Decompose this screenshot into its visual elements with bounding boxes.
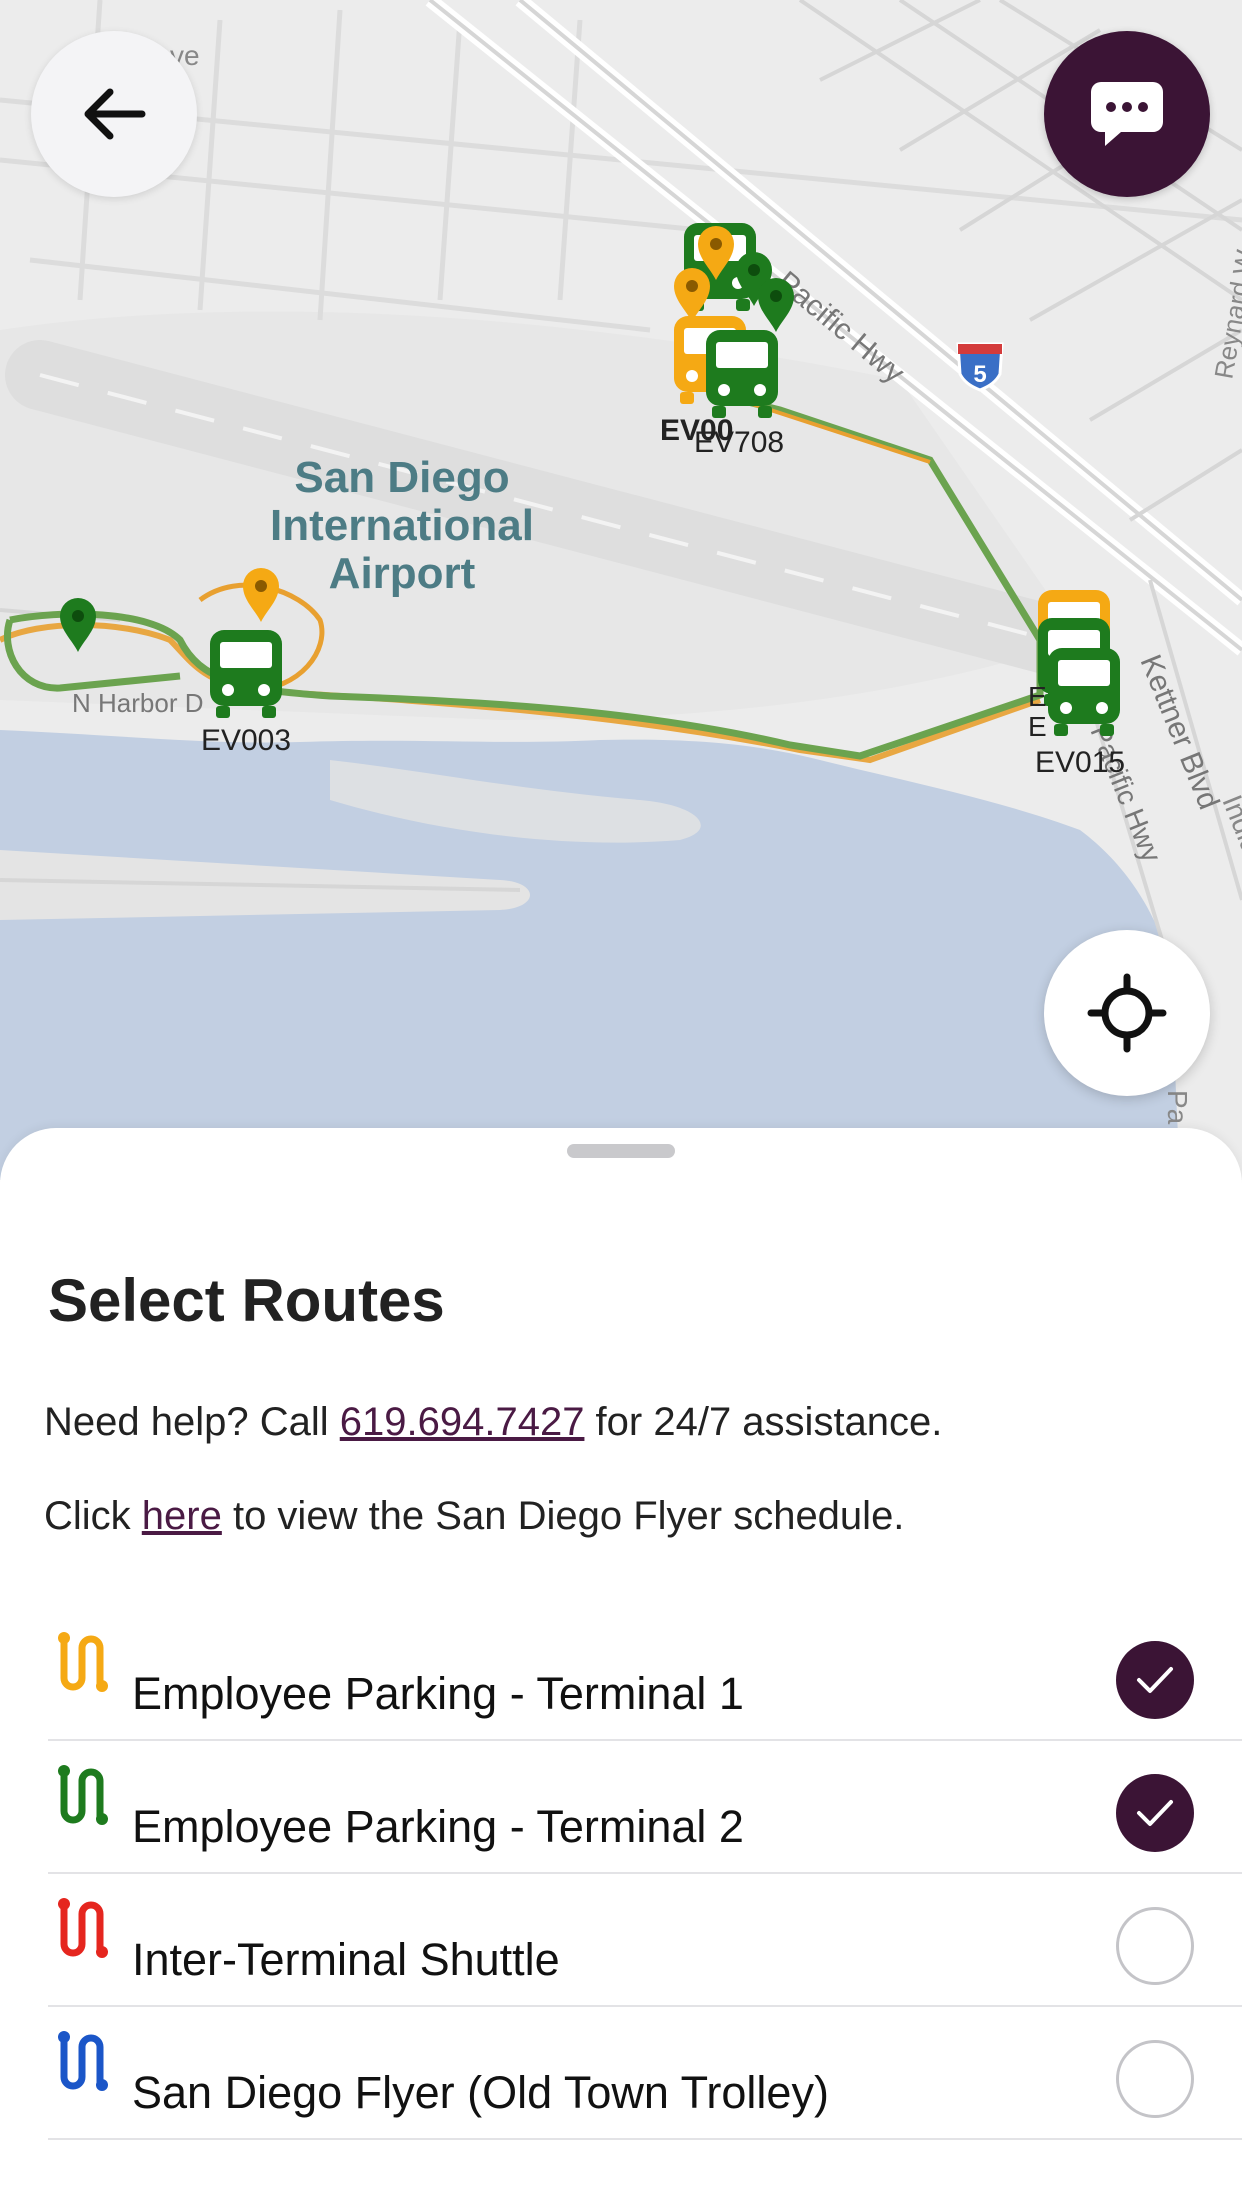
street-label-partial-pa: Pa [1162, 1090, 1193, 1125]
back-button[interactable] [31, 31, 197, 197]
chat-bubble-icon [1091, 82, 1163, 146]
schedule-link[interactable]: here [142, 1494, 222, 1538]
checkmark-icon [1137, 1667, 1173, 1693]
chat-button[interactable] [1044, 31, 1210, 197]
vehicle-ev003[interactable]: EV003 [201, 630, 291, 757]
svg-text:E: E [1028, 711, 1047, 742]
vehicle-label-ev708: EV708 [694, 426, 784, 459]
route-icon [58, 1632, 108, 1692]
route-row[interactable]: Employee Parking - Terminal 1 [48, 1608, 1242, 1741]
route-row[interactable]: San Diego Flyer (Old Town Trolley) [48, 2007, 1242, 2140]
route-row[interactable]: Employee Parking - Terminal 2 [48, 1741, 1242, 1874]
svg-text:E: E [1028, 681, 1047, 712]
vehicle-label-ev003: EV003 [201, 724, 291, 757]
route-checkbox[interactable] [1116, 1641, 1194, 1719]
phone-link[interactable]: 619.694.7427 [340, 1400, 585, 1444]
route-checkbox[interactable] [1116, 1907, 1194, 1985]
checkmark-icon [1137, 1800, 1173, 1826]
route-icon [58, 2031, 108, 2091]
sheet-title: Select Routes [48, 1267, 445, 1334]
route-label: Inter-Terminal Shuttle [132, 1934, 560, 1985]
route-row[interactable]: Inter-Terminal Shuttle [48, 1874, 1242, 2007]
arrow-left-icon [84, 88, 146, 140]
route-list: Employee Parking - Terminal 1 Employee Pa… [48, 1608, 1242, 2140]
route-label: San Diego Flyer (Old Town Trolley) [132, 2067, 829, 2118]
locate-me-button[interactable] [1044, 930, 1210, 1096]
route-icon [58, 1898, 108, 1958]
street-label-n-harbor: N Harbor D [72, 688, 203, 718]
sheet-grabber[interactable] [567, 1144, 675, 1158]
crosshair-icon [1087, 973, 1167, 1053]
svg-text:5: 5 [973, 361, 986, 388]
route-label: Employee Parking - Terminal 2 [132, 1801, 744, 1852]
route-icon [58, 1765, 108, 1825]
vehicle-label-ev015: EV015 [1035, 746, 1125, 779]
map-place-label-line-2: International [270, 501, 534, 550]
route-label: Employee Parking - Terminal 1 [132, 1668, 744, 1719]
schedule-text: Click here to view the San Diego Flyer s… [44, 1494, 905, 1538]
map-place-label-line-3: Airport [329, 549, 476, 598]
map-place-label-line-1: San Diego [294, 453, 509, 502]
route-checkbox[interactable] [1116, 1774, 1194, 1852]
routes-bottom-sheet: Select Routes Need help? Call 619.694.74… [0, 1128, 1242, 2208]
help-text: Need help? Call 619.694.7427 for 24/7 as… [44, 1400, 943, 1444]
route-checkbox[interactable] [1116, 2040, 1194, 2118]
